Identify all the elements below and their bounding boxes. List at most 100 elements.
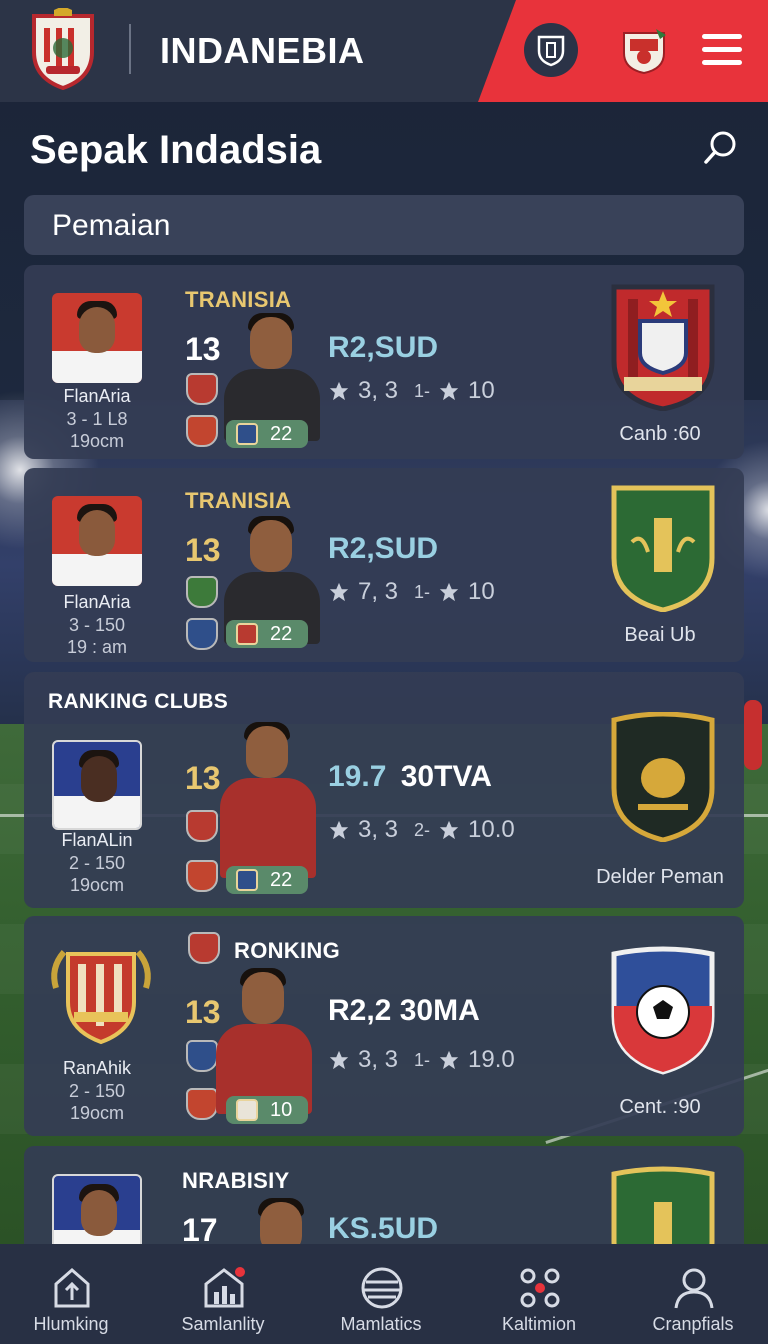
stat-right: 10 — [468, 578, 495, 605]
player-figure — [220, 722, 316, 886]
network-icon — [520, 1268, 560, 1308]
section-label: Pemaian — [52, 209, 171, 242]
upload-home-icon — [54, 1268, 90, 1308]
player-meta-1: 3 - 1 L8 — [66, 409, 128, 429]
player-name: FlanAria — [63, 386, 131, 406]
app-title: INDANEBIA — [160, 30, 365, 71]
flag-chip-icon — [236, 1099, 258, 1121]
hamburger-menu-icon[interactable] — [702, 34, 742, 66]
card-tag: RANKING CLUBS — [48, 690, 229, 713]
flag-chip-icon — [236, 623, 258, 645]
nav-label: Hlumking — [33, 1314, 109, 1334]
section-header: Pemaian — [24, 195, 744, 255]
flag-chip-icon — [236, 423, 258, 445]
club-badge-icon — [611, 946, 715, 1075]
player-meta-2: 19ocm — [69, 431, 125, 451]
player-number: 13 — [185, 331, 221, 367]
stat-mid: 1- — [414, 380, 431, 401]
club-crest-icon — [51, 950, 151, 1045]
stat-row: 3, 3 1- 19.0 — [328, 1046, 515, 1074]
rating-pill: 22 — [226, 420, 308, 448]
player-portrait — [52, 740, 142, 830]
club-caption: Cent. :90 — [619, 1096, 701, 1118]
player-name: RanAhik — [62, 1058, 132, 1078]
player-meta-1: 2 - 150 — [68, 853, 126, 873]
profile-icon — [674, 1268, 714, 1309]
stat-mid: 2- — [414, 819, 431, 840]
star-icon — [329, 582, 349, 602]
star-icon — [439, 582, 459, 602]
nav-item-hlumking[interactable]: Hlumking — [0, 1244, 146, 1344]
club-caption: Canb :60 — [619, 423, 701, 445]
stat-left: 3, 3 — [358, 816, 399, 843]
player-meta-1: 3 - 150 — [68, 615, 126, 635]
star-icon — [439, 1050, 459, 1070]
player-card[interactable]: RanAhik 2 - 150 19ocm RONKING 13 10 R2,2… — [24, 916, 744, 1136]
nav-item-samlanlity[interactable]: Samlanlity — [148, 1244, 298, 1344]
stat-mid: 1- — [414, 1049, 431, 1070]
app-header: INDANEBIA — [0, 0, 768, 102]
nav-label: Cranpfials — [652, 1314, 734, 1334]
rating-pill: 22 — [226, 620, 308, 648]
player-meta-2: 19 : am — [66, 637, 128, 657]
player-card[interactable]: RANKING CLUBS FlanALin 2 - 150 19ocm 13 … — [24, 672, 744, 908]
header-divider — [129, 24, 131, 74]
rating-pill: 22 — [226, 866, 308, 894]
pill-value: 22 — [270, 423, 293, 445]
mini-club-badge — [186, 1040, 218, 1072]
nav-item-mamlatics[interactable]: Mamlatics — [306, 1244, 456, 1344]
nav-label: Samlanlity — [181, 1314, 265, 1334]
player-meta-2: 19ocm — [69, 875, 125, 895]
pill-value: 22 — [270, 623, 293, 645]
player-portrait — [52, 496, 142, 586]
card-tag: TRANISIA — [185, 287, 292, 312]
stat-left: 3, 3 — [358, 377, 399, 404]
mini-club-badge — [188, 932, 220, 964]
mini-club-badge — [186, 576, 218, 608]
star-icon — [439, 381, 459, 401]
player-number: 13 — [185, 760, 221, 796]
player-card[interactable]: FlanAria 3 - 1 L8 19ocm TRANISIA 13 22 R… — [24, 265, 744, 459]
club-badge-icon — [611, 712, 715, 842]
stat-right: 10 — [468, 377, 495, 404]
pill-value: 22 — [270, 869, 293, 891]
club-badge-icon — [611, 485, 715, 612]
stat-row: 3, 3 1- 10 — [328, 377, 495, 405]
flag-chip-icon — [236, 869, 258, 891]
star-icon — [329, 820, 349, 840]
stat-left: 3, 3 — [358, 1046, 399, 1073]
shield-badge-button[interactable] — [524, 23, 578, 77]
player-name: FlanALin — [61, 830, 133, 850]
player-card[interactable]: FlanAria 3 - 150 19 : am TRANISIA 13 22 … — [24, 468, 744, 662]
mini-club-badge — [186, 860, 218, 892]
club-crest-icon[interactable] — [30, 8, 96, 90]
bottom-navigation: Hlumking Samlanlity Mamlatics Kaltimion — [0, 1244, 768, 1344]
star-icon — [329, 381, 349, 401]
mini-club-badge — [186, 618, 218, 650]
nav-label: Mamlatics — [340, 1314, 422, 1334]
club-badge-icon — [611, 284, 715, 411]
background-player — [744, 700, 762, 770]
club-caption: Delder Peman — [596, 866, 724, 888]
player-portrait — [52, 293, 142, 383]
mini-club-badge — [186, 415, 218, 447]
rating-pill: 10 — [226, 1096, 308, 1124]
nav-item-cranpfials[interactable]: Cranpfials — [618, 1244, 768, 1344]
card-tag: NRABISIY — [182, 1168, 290, 1193]
player-value: R2,SUD — [328, 532, 439, 565]
player-value: R2,SUD — [328, 331, 439, 364]
stat-right: 10.0 — [468, 816, 515, 843]
nav-item-kaltimion[interactable]: Kaltimion — [464, 1244, 614, 1344]
search-icon[interactable] — [702, 128, 742, 168]
team-crest-icon[interactable] — [620, 27, 668, 75]
stat-left: 7, 3 — [358, 578, 399, 605]
nav-label: Kaltimion — [501, 1314, 577, 1334]
player-meta-2: 19ocm — [69, 1103, 125, 1123]
stat-row: 7, 3 1- 10 — [328, 578, 495, 606]
pill-value: 10 — [270, 1099, 293, 1121]
player-value: R2,2 30MA — [328, 994, 480, 1027]
mini-club-badge — [186, 1088, 218, 1120]
stat-row: 3, 3 2- 10.0 — [328, 816, 515, 844]
club-caption: Beai Ub — [624, 624, 696, 646]
stats-house-icon — [204, 1267, 245, 1308]
